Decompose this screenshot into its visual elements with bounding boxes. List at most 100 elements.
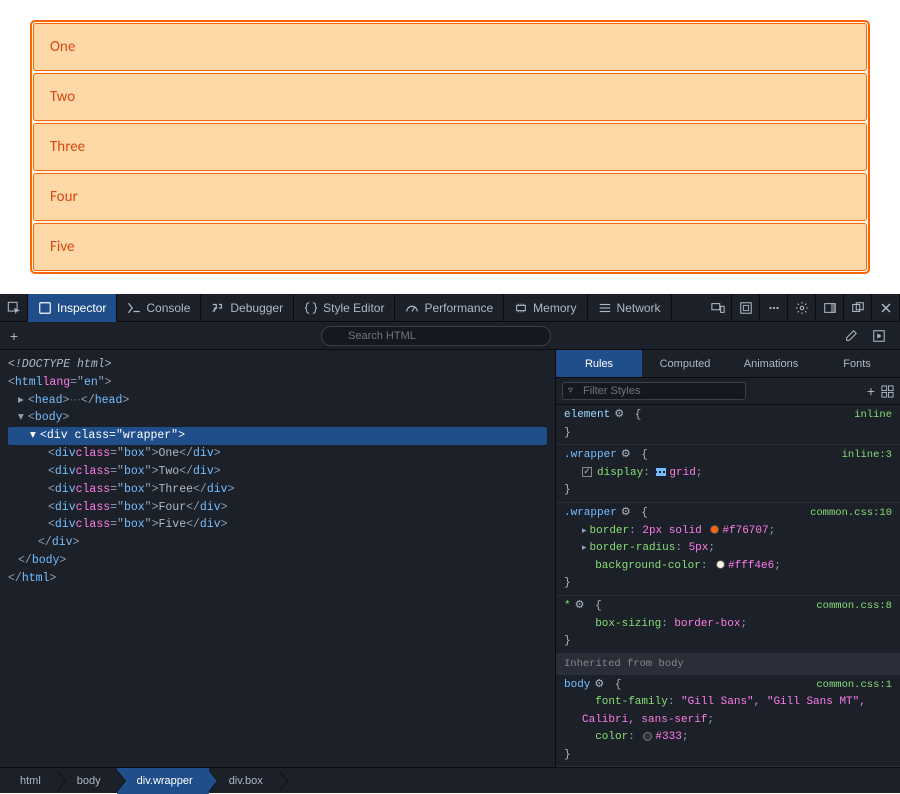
tab-memory[interactable]: Memory bbox=[504, 294, 587, 322]
memory-icon bbox=[514, 301, 528, 315]
collapse-icon[interactable]: ▾ bbox=[18, 409, 28, 427]
inherited-separator: Inherited from body bbox=[556, 654, 900, 675]
box-item: Three bbox=[33, 123, 867, 171]
tab-rules[interactable]: Rules bbox=[556, 350, 642, 377]
iframe-picker-button[interactable] bbox=[732, 294, 760, 322]
gear-icon bbox=[795, 301, 809, 315]
gear-icon[interactable]: ⚙ bbox=[621, 449, 631, 461]
funnel-icon: ▿ bbox=[568, 385, 573, 396]
toggle-split-console-button[interactable] bbox=[872, 329, 900, 343]
tab-network[interactable]: Network bbox=[588, 294, 672, 322]
source-link[interactable]: common.css:1 bbox=[816, 677, 892, 694]
rule-body[interactable]: body⚙ { common.css:1 font-family: "Gill … bbox=[556, 675, 900, 768]
wrapper-open[interactable]: ▾<div class="wrapper"> bbox=[8, 427, 547, 445]
head-line[interactable]: ▸<head>⋯</head> bbox=[8, 392, 547, 410]
crumb-html[interactable]: html bbox=[0, 768, 57, 794]
box-line[interactable]: <div class="box">One</div> bbox=[8, 445, 547, 463]
source-link[interactable]: inline:3 bbox=[842, 447, 892, 464]
rule-wrapper-css[interactable]: .wrapper⚙ { common.css:10 ▸border: 2px s… bbox=[556, 503, 900, 596]
toggle-pseudo-button[interactable] bbox=[881, 385, 894, 398]
dock-window-button[interactable] bbox=[844, 294, 872, 322]
rules-pane: Rules Computed Animations Fonts ▿ + elem… bbox=[555, 350, 900, 767]
body-close[interactable]: </body> bbox=[8, 552, 547, 570]
crumb-wrapper[interactable]: div.wrapper bbox=[117, 768, 209, 794]
tab-computed[interactable]: Computed bbox=[642, 350, 728, 377]
markup-view[interactable]: <!DOCTYPE html> <html lang="en"> ▸<head>… bbox=[0, 350, 555, 767]
close-icon bbox=[880, 302, 892, 314]
box-item: Two bbox=[33, 73, 867, 121]
grid-wrapper: One Two Three Four Five bbox=[30, 20, 870, 274]
expand-icon[interactable]: ▸ bbox=[18, 392, 28, 410]
box-item: Four bbox=[33, 173, 867, 221]
settings-button[interactable] bbox=[788, 294, 816, 322]
tab-label: Memory bbox=[533, 301, 576, 315]
toggle-declaration-checkbox[interactable]: ✓ bbox=[582, 467, 592, 477]
tab-label: Inspector bbox=[57, 301, 106, 315]
box-line[interactable]: <div class="box">Five</div> bbox=[8, 516, 547, 534]
sidebar-tabs: Rules Computed Animations Fonts bbox=[556, 350, 900, 378]
console-icon bbox=[127, 301, 141, 315]
markup-toolbar: + bbox=[0, 322, 900, 350]
tab-animations[interactable]: Animations bbox=[728, 350, 814, 377]
grid-swatch-icon[interactable] bbox=[656, 468, 666, 476]
gear-icon[interactable]: ⚙ bbox=[621, 507, 631, 519]
box-item: Five bbox=[33, 223, 867, 271]
tab-label: Console bbox=[146, 301, 190, 315]
options-button[interactable] bbox=[760, 294, 788, 322]
expand-shorthand-icon[interactable]: ▸ bbox=[582, 543, 587, 553]
tab-label: Debugger bbox=[230, 301, 283, 315]
color-swatch-icon[interactable] bbox=[716, 560, 725, 569]
dock-side-button[interactable] bbox=[816, 294, 844, 322]
filter-bar: ▿ + bbox=[556, 378, 900, 405]
braces-icon bbox=[304, 301, 318, 315]
page-preview: One Two Three Four Five bbox=[0, 0, 900, 294]
gear-icon[interactable]: ⚙ bbox=[614, 409, 624, 421]
tab-debugger[interactable]: Debugger bbox=[201, 294, 294, 322]
inspector-icon bbox=[38, 301, 52, 315]
source-link[interactable]: common.css:8 bbox=[816, 598, 892, 615]
tab-console[interactable]: Console bbox=[117, 294, 201, 322]
box-line[interactable]: <div class="box">Three</div> bbox=[8, 481, 547, 499]
color-swatch-icon[interactable] bbox=[643, 732, 652, 741]
doctype-line: <!DOCTYPE html> bbox=[8, 356, 547, 374]
html-open[interactable]: <html lang="en"> bbox=[8, 374, 547, 392]
tab-inspector[interactable]: Inspector bbox=[28, 294, 117, 322]
network-icon bbox=[598, 301, 612, 315]
tab-label: Network bbox=[617, 301, 661, 315]
rule-star[interactable]: *⚙ { common.css:8 box-sizing: border-box… bbox=[556, 596, 900, 654]
debugger-icon bbox=[211, 301, 225, 315]
expand-shorthand-icon[interactable]: ▸ bbox=[582, 526, 587, 536]
box-item: One bbox=[33, 23, 867, 71]
responsive-mode-button[interactable] bbox=[704, 294, 732, 322]
box-line[interactable]: <div class="box">Two</div> bbox=[8, 463, 547, 481]
body-open[interactable]: ▾<body> bbox=[8, 409, 547, 427]
tab-label: Style Editor bbox=[323, 301, 384, 315]
source-link[interactable]: common.css:10 bbox=[810, 505, 892, 522]
source-link[interactable]: inline bbox=[854, 407, 892, 424]
eyedropper-button[interactable] bbox=[844, 329, 872, 343]
gear-icon[interactable]: ⚙ bbox=[594, 679, 604, 691]
tab-performance[interactable]: Performance bbox=[395, 294, 504, 322]
collapse-icon[interactable]: ▾ bbox=[30, 427, 40, 445]
tab-label: Performance bbox=[424, 301, 493, 315]
box-line[interactable]: <div class="box">Four</div> bbox=[8, 499, 547, 517]
filter-styles-input[interactable] bbox=[562, 382, 746, 400]
color-swatch-icon[interactable] bbox=[710, 525, 719, 534]
search-html-input[interactable] bbox=[321, 326, 551, 346]
tab-fonts[interactable]: Fonts bbox=[814, 350, 900, 377]
devtools-toolbar: Inspector Console Debugger Style Editor … bbox=[0, 294, 900, 322]
gauge-icon bbox=[405, 301, 419, 315]
rule-wrapper-inline[interactable]: .wrapper⚙ { inline:3 ✓display: grid; } bbox=[556, 445, 900, 503]
crumb-box[interactable]: div.box bbox=[209, 768, 279, 794]
breadcrumbs: html body div.wrapper div.box bbox=[0, 767, 900, 793]
wrapper-close[interactable]: </div> bbox=[8, 534, 547, 552]
new-node-button[interactable]: + bbox=[0, 328, 28, 344]
devtools-panel: Inspector Console Debugger Style Editor … bbox=[0, 294, 900, 793]
tab-style-editor[interactable]: Style Editor bbox=[294, 294, 395, 322]
rule-element[interactable]: element⚙ { inline } bbox=[556, 405, 900, 445]
element-picker-button[interactable] bbox=[0, 294, 28, 322]
gear-icon[interactable]: ⚙ bbox=[575, 600, 585, 612]
html-close[interactable]: </html> bbox=[8, 570, 547, 588]
close-button[interactable] bbox=[872, 294, 900, 322]
add-rule-button[interactable]: + bbox=[867, 383, 875, 399]
